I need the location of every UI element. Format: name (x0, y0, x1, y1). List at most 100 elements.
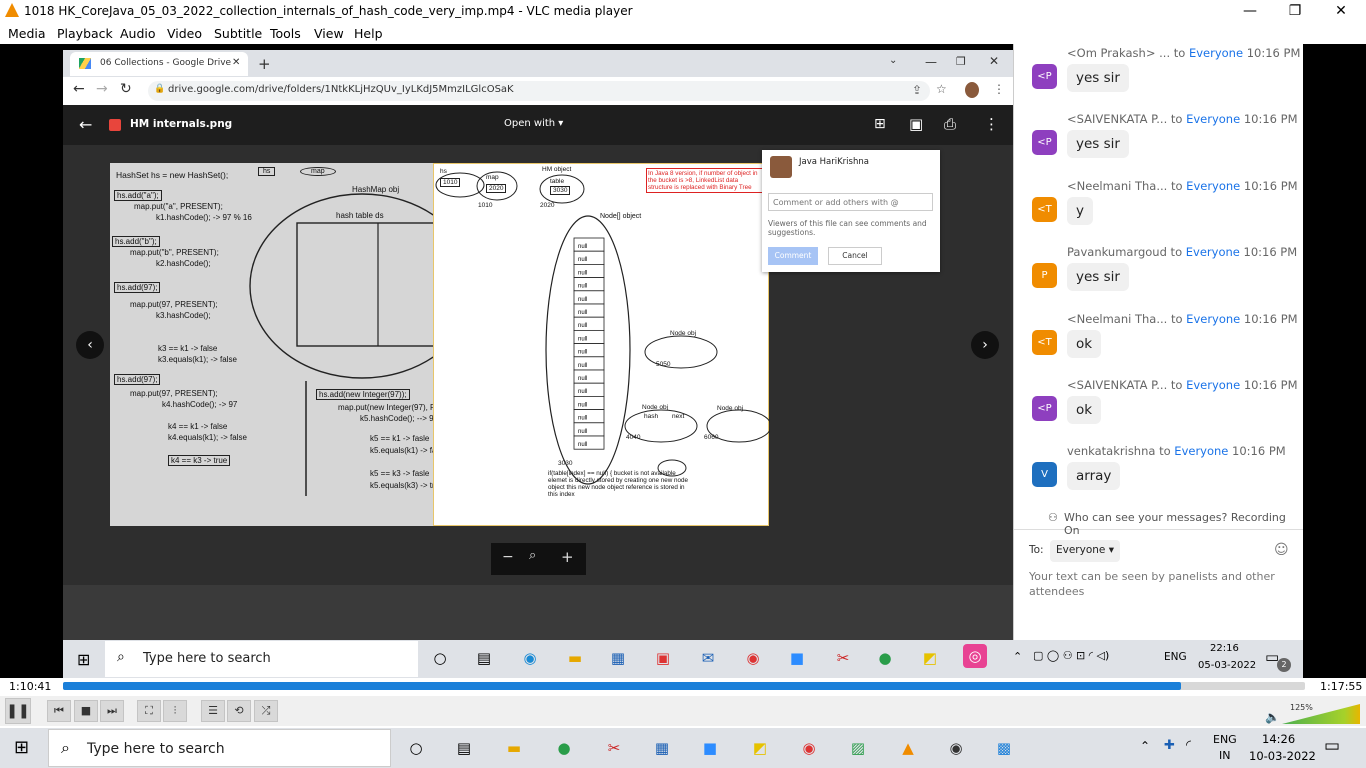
menu-playback[interactable]: Playback (57, 26, 113, 41)
file-explorer-icon[interactable]: ▬ (502, 736, 526, 760)
windows-start-icon[interactable]: ⊞ (77, 650, 90, 669)
comment-input[interactable] (768, 193, 933, 211)
editor-icon[interactable]: ▨ (846, 736, 870, 760)
edge-icon[interactable]: ◉ (518, 646, 542, 670)
widgets-icon[interactable]: ▤ (452, 736, 476, 760)
chrome-icon[interactable]: ● (873, 646, 897, 670)
notes-icon[interactable]: ◩ (918, 646, 942, 670)
chat-input-hint[interactable]: Your text can be seen by panelists and o… (1029, 569, 1289, 599)
back-arrow-icon[interactable]: ← (79, 115, 92, 134)
windows-start-icon[interactable]: ⊞ (14, 737, 29, 758)
zoom-in-icon[interactable]: + (561, 548, 574, 566)
browser-restore-icon[interactable]: ❐ (956, 55, 966, 68)
clock-time[interactable]: 14:26 (1262, 732, 1295, 746)
previous-image-button[interactable]: ‹ (76, 331, 104, 359)
menu-video[interactable]: Video (167, 26, 202, 41)
zoom-magnifier-icon[interactable]: ⌕ (529, 548, 536, 563)
folder-icon[interactable]: ▬ (563, 646, 587, 670)
open-with-button[interactable]: Open with ▾ (504, 118, 563, 129)
browser-minimize-icon[interactable]: — (925, 55, 937, 69)
visibility-notice[interactable]: ⚇ Who can see your messages? Recording O… (1014, 506, 1303, 537)
tray-chevron-icon[interactable]: ⌃ (1140, 739, 1150, 753)
media-app-icon[interactable]: ◉ (944, 736, 968, 760)
previous-button[interactable]: ⏮ (47, 700, 71, 722)
url-bar[interactable]: 🔒 drive.google.com/drive/folders/1NtkKLj… (148, 81, 930, 101)
browser-tab[interactable]: 06 Collections - Google Drive ✕ (70, 52, 248, 76)
zoom-app-icon[interactable]: ■ (785, 646, 809, 670)
photos-icon[interactable]: ▩ (992, 736, 1016, 760)
fullscreen-button[interactable]: ⛶ (137, 700, 161, 722)
print-icon[interactable]: ⎙ (944, 115, 956, 133)
store-icon[interactable]: ▦ (606, 646, 630, 670)
browser-menu-icon[interactable]: ⋮ (993, 82, 1005, 96)
seek-bar[interactable] (63, 682, 1305, 690)
zoom-out-icon[interactable]: − (502, 549, 514, 565)
menu-media[interactable]: Media (8, 26, 46, 41)
chevron-down-icon[interactable]: ⌄ (889, 55, 897, 66)
more-options-icon[interactable]: ⋮ (984, 115, 999, 133)
chrome-icon[interactable]: ● (552, 736, 576, 760)
recipient: Everyone (1186, 312, 1241, 326)
restore-button[interactable]: ❐ (1272, 0, 1318, 24)
snip-icon[interactable]: ✂ (602, 736, 626, 760)
add-comment-icon[interactable]: ▣ (909, 115, 923, 133)
tray-plus-icon[interactable]: ✚ (1164, 738, 1175, 753)
comment-button[interactable]: Comment (768, 247, 818, 265)
close-button[interactable]: ✕ (1318, 0, 1364, 24)
new-tab-icon[interactable]: + (258, 55, 271, 73)
gift-icon[interactable]: ▣ (651, 646, 675, 670)
menu-subtitle[interactable]: Subtitle (214, 26, 262, 41)
back-icon[interactable]: ← (73, 81, 85, 97)
record-icon[interactable]: ◉ (741, 646, 765, 670)
share-icon[interactable]: ⇪ (912, 83, 922, 97)
timestamp: 10:16 PM (1243, 245, 1298, 259)
snip-icon[interactable]: ✂ (831, 646, 855, 670)
playlist-button[interactable]: ☰ (201, 700, 225, 722)
tray-icons[interactable]: ▢ ◯ ⚇ ⊡ ◜ ◁) (1033, 649, 1109, 662)
reload-icon[interactable]: ↻ (120, 81, 132, 97)
menu-view[interactable]: View (314, 26, 344, 41)
cancel-button[interactable]: Cancel (828, 247, 882, 265)
network-icon[interactable]: ◜ (1186, 738, 1191, 753)
clock-date[interactable]: 10-03-2022 (1249, 749, 1316, 763)
menu-audio[interactable]: Audio (120, 26, 156, 41)
notification-icon[interactable]: ▭ (1324, 736, 1340, 756)
timestamp: 10:16 PM (1243, 112, 1298, 126)
widgets-icon[interactable]: ▤ (472, 646, 496, 670)
next-image-button[interactable]: › (971, 331, 999, 359)
next-button[interactable]: ⏭ (100, 700, 124, 722)
add-to-drive-icon[interactable]: ⊞ (874, 116, 886, 132)
extended-settings-button[interactable]: ⫶ (163, 700, 187, 722)
task-view-icon[interactable]: ○ (404, 736, 428, 760)
sticky-notes-icon[interactable]: ◩ (748, 736, 772, 760)
vlc-icon[interactable]: ▲ (896, 736, 920, 760)
menu-help[interactable]: Help (354, 26, 383, 41)
inner-search-box[interactable]: ⌕ Type here to search (105, 641, 418, 677)
tray-chevron-icon[interactable]: ⌃ (1013, 650, 1022, 663)
tab-close-icon[interactable]: ✕ (232, 57, 240, 68)
loop-button[interactable]: ⟲ (227, 700, 251, 722)
forward-icon[interactable]: → (96, 81, 108, 97)
language[interactable]: ENG (1213, 733, 1237, 746)
star-icon[interactable]: ☆ (936, 82, 947, 96)
recipient-dropdown[interactable]: Everyone ▾ (1050, 540, 1120, 562)
mail-icon[interactable]: ✉ (696, 646, 720, 670)
pause-button[interactable]: ❚❚ (5, 698, 31, 724)
stop-button[interactable]: ■ (74, 700, 98, 722)
search-box[interactable]: ⌕ Type here to search (48, 729, 391, 767)
browser-close-icon[interactable]: ✕ (989, 54, 999, 68)
record-icon[interactable]: ◉ (797, 736, 821, 760)
chat-panel: <P <Om Prakash> ... to Everyone 10:16 PM… (1013, 44, 1303, 640)
store-icon[interactable]: ▦ (650, 736, 674, 760)
minimize-button[interactable]: — (1227, 0, 1273, 24)
volume-icon[interactable]: 🔈 (1265, 710, 1280, 724)
volume-slider[interactable] (1282, 704, 1362, 724)
emoji-icon[interactable]: ☺ (1274, 542, 1289, 558)
profile-avatar[interactable] (965, 82, 979, 98)
inner-lang[interactable]: ENG (1164, 651, 1187, 663)
menu-tools[interactable]: Tools (270, 26, 301, 41)
app-icon[interactable]: ◎ (963, 644, 987, 668)
shuffle-button[interactable]: ⤮ (254, 700, 278, 722)
task-view-icon[interactable]: ○ (428, 646, 452, 670)
zoom-app-icon[interactable]: ■ (698, 736, 722, 760)
